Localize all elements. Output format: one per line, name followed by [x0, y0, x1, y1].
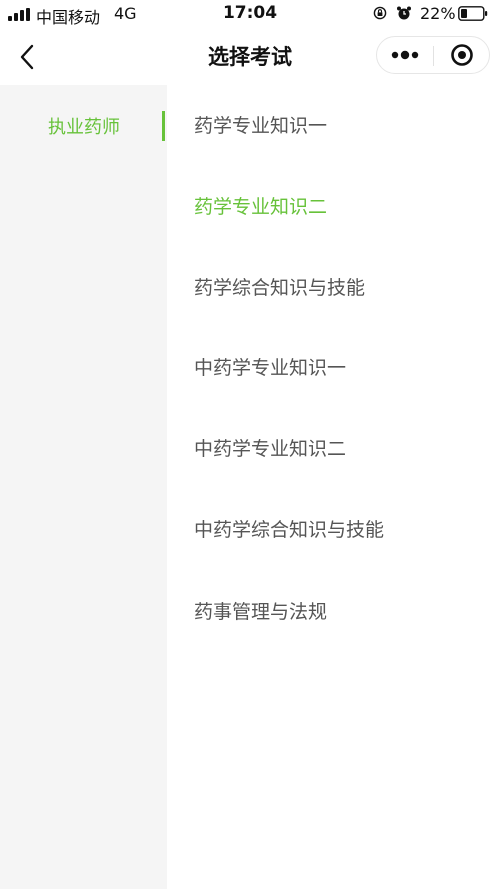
more-dots-icon	[391, 50, 419, 60]
nav-bar: 选择考试	[0, 30, 500, 85]
screen: 中国移动 4G 17:04 22% 选择考试 执业药师 药学专业知识一 药学专业…	[0, 0, 500, 889]
lock-rotation-icon	[373, 6, 387, 20]
exam-item[interactable]: 药学综合知识与技能	[194, 268, 494, 308]
battery-percent: 22%	[420, 4, 456, 23]
active-indicator	[162, 111, 165, 141]
exam-item[interactable]: 药事管理与法规	[194, 592, 494, 632]
exam-item[interactable]: 药学专业知识一	[194, 106, 494, 146]
status-bar: 中国移动 4G 17:04 22%	[0, 0, 500, 30]
category-sidebar: 执业药师	[0, 85, 167, 889]
exam-item-selected[interactable]: 药学专业知识二	[194, 187, 494, 227]
exam-item[interactable]: 中药学专业知识二	[194, 429, 494, 469]
capsule-menu	[376, 36, 490, 74]
sidebar-item-label: 执业药师	[48, 117, 120, 138]
exam-list: 药学专业知识一 药学专业知识二 药学综合知识与技能 中药学专业知识一 中药学专业…	[167, 85, 500, 889]
target-close-icon	[451, 44, 473, 66]
exam-item[interactable]: 中药学综合知识与技能	[194, 510, 494, 550]
battery-icon	[458, 6, 488, 21]
exam-item[interactable]: 中药学专业知识一	[194, 348, 494, 388]
alarm-icon	[397, 6, 411, 20]
sidebar-item-licensed-pharmacist[interactable]: 执业药师	[0, 107, 167, 141]
more-button[interactable]	[377, 37, 433, 73]
close-button[interactable]	[434, 37, 490, 73]
